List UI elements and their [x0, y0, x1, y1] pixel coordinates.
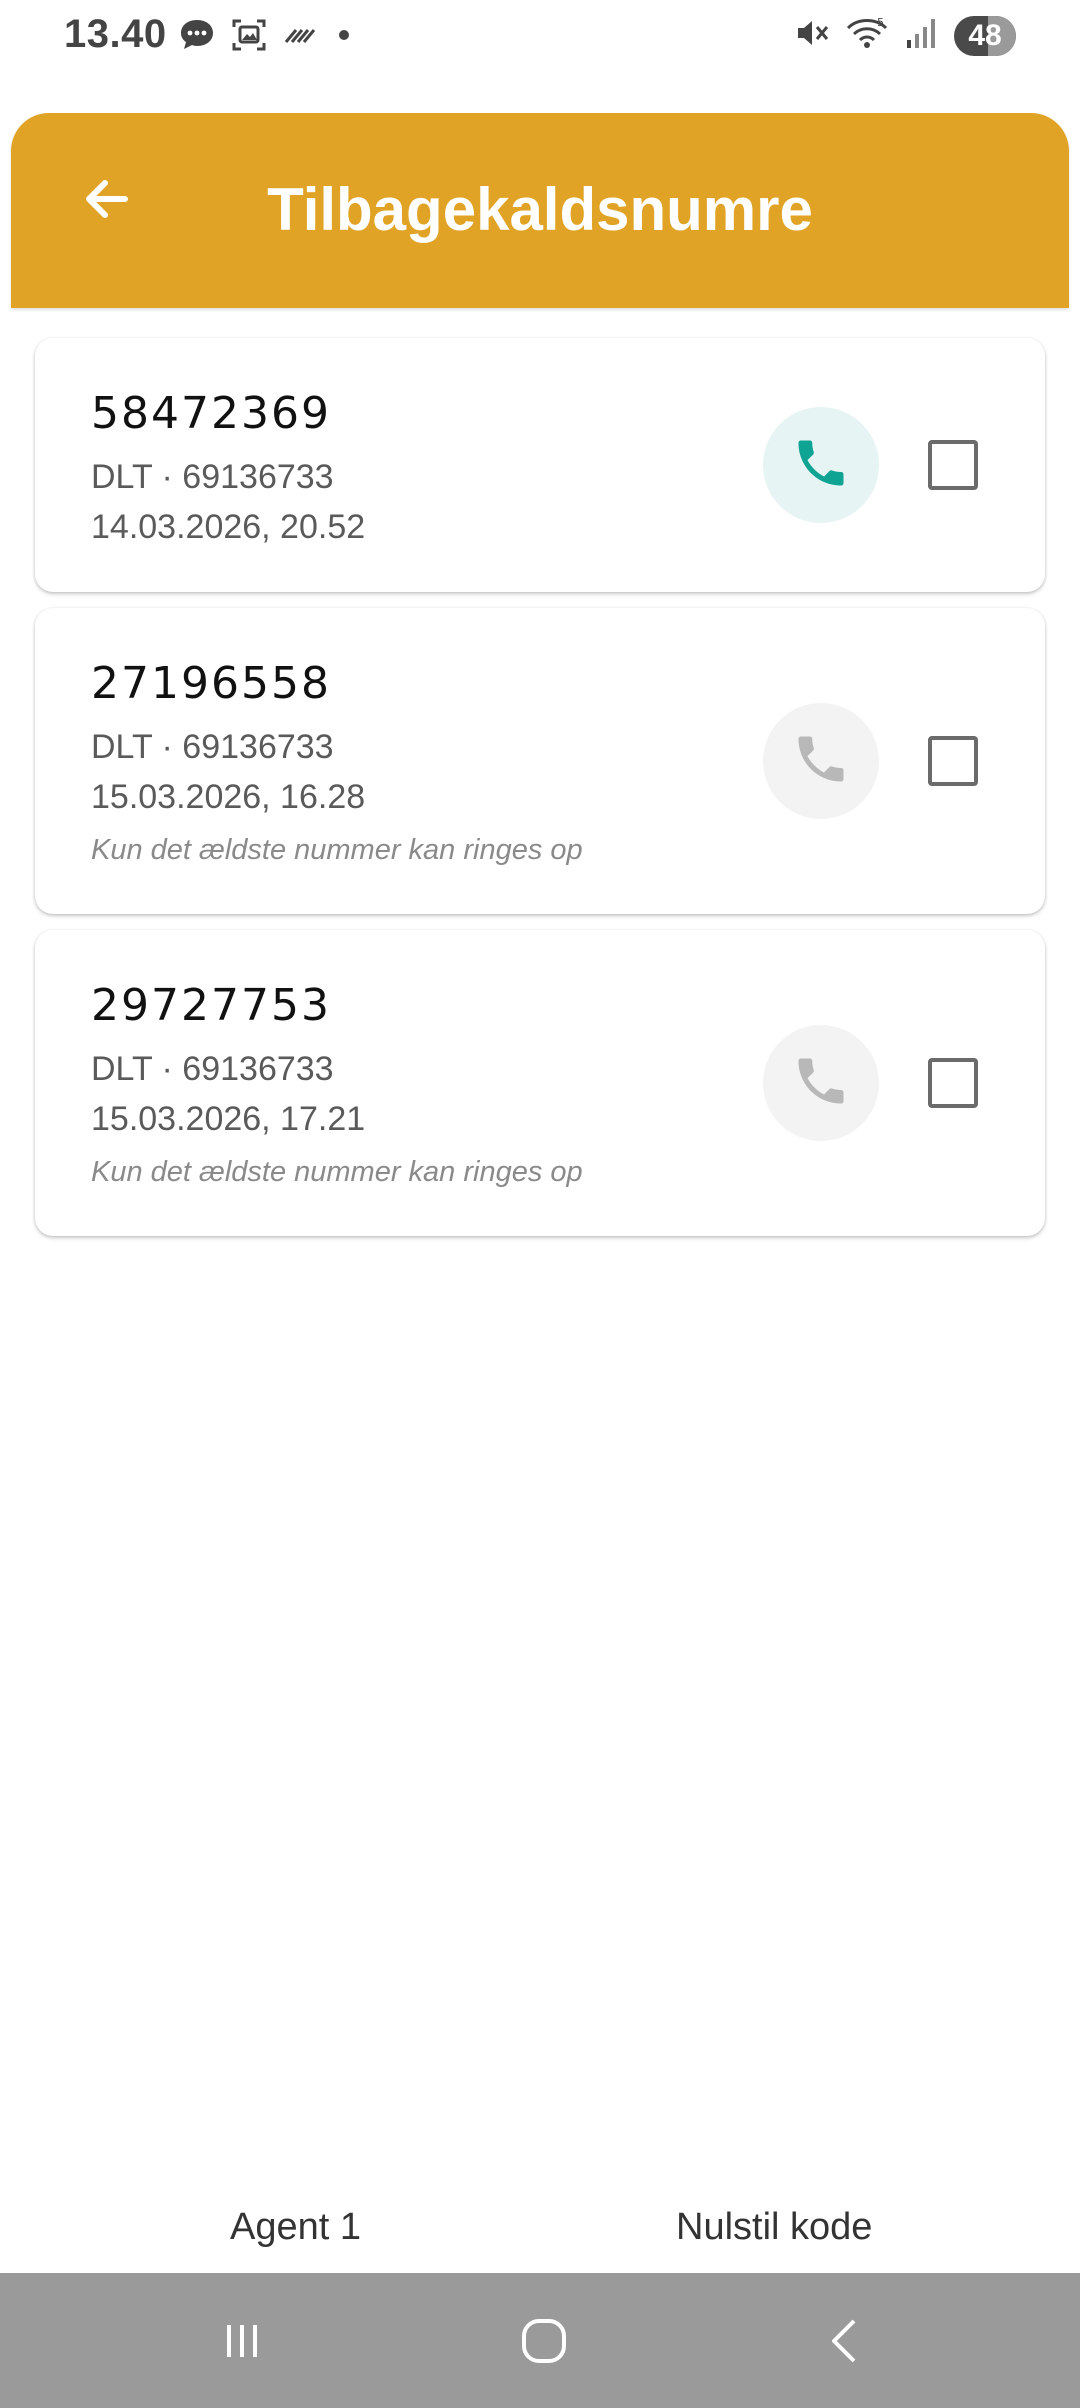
recent-apps-icon — [212, 2311, 272, 2376]
status-bar: 13.40 5 48 — [0, 0, 1080, 72]
phone-icon — [791, 1051, 851, 1116]
callback-datetime: 14.03.2026, 20.52 — [91, 508, 366, 546]
callback-note: Kun det ældste nummer kan ringes op — [91, 834, 583, 866]
signal-icon — [904, 14, 940, 57]
recent-apps-button[interactable] — [202, 2303, 282, 2383]
callback-card: 29727753 DLT · 69136733 15.03.2026, 17.2… — [35, 930, 1045, 1236]
mute-icon — [794, 14, 832, 57]
callback-datetime: 15.03.2026, 16.28 — [91, 778, 366, 816]
system-back-button[interactable] — [806, 2303, 886, 2383]
agent-button[interactable]: Agent 1 — [230, 2206, 361, 2249]
callback-card: 58472369 DLT · 69136733 14.03.2026, 20.5… — [35, 338, 1045, 592]
back-icon — [816, 2311, 876, 2376]
callback-subtitle: DLT · 69136733 — [91, 728, 334, 766]
bottom-actions: Agent 1 Nulstil kode — [0, 2196, 1080, 2266]
status-time: 13.40 — [64, 12, 167, 56]
home-icon — [514, 2311, 574, 2376]
screenshot-icon — [230, 16, 268, 59]
svg-text:5: 5 — [877, 16, 884, 29]
callback-card: 27196558 DLT · 69136733 15.03.2026, 16.2… — [35, 608, 1045, 914]
home-button[interactable] — [504, 2303, 584, 2383]
chat-bubble-icon — [178, 16, 216, 59]
status-system-icons: 5 48 — [794, 14, 1016, 57]
select-checkbox[interactable] — [928, 736, 978, 786]
wifi-icon: 5 — [846, 14, 890, 57]
status-notification-icons — [178, 16, 354, 59]
app-header: Tilbagekaldsnumre — [11, 113, 1069, 308]
dot-icon — [334, 16, 354, 59]
page-title: Tilbagekaldsnumre — [267, 176, 813, 243]
call-button-disabled[interactable] — [763, 703, 879, 819]
call-button[interactable] — [763, 407, 879, 523]
callback-number: 58472369 — [91, 388, 331, 439]
nfc-icon — [282, 16, 320, 59]
callback-datetime: 15.03.2026, 17.21 — [91, 1100, 366, 1138]
battery-level: 48 — [968, 18, 1002, 52]
battery-icon: 48 — [954, 15, 1016, 56]
callback-number: 29727753 — [91, 980, 331, 1031]
phone-icon — [791, 433, 851, 498]
callback-subtitle: DLT · 69136733 — [91, 1050, 334, 1088]
callback-number: 27196558 — [91, 658, 331, 709]
reset-code-button[interactable]: Nulstil kode — [676, 2206, 872, 2249]
phone-icon — [791, 729, 851, 794]
call-button-disabled[interactable] — [763, 1025, 879, 1141]
callback-note: Kun det ældste nummer kan ringes op — [91, 1156, 583, 1188]
callback-subtitle: DLT · 69136733 — [91, 458, 334, 496]
select-checkbox[interactable] — [928, 440, 978, 490]
system-nav-bar — [0, 2273, 1080, 2408]
select-checkbox[interactable] — [928, 1058, 978, 1108]
